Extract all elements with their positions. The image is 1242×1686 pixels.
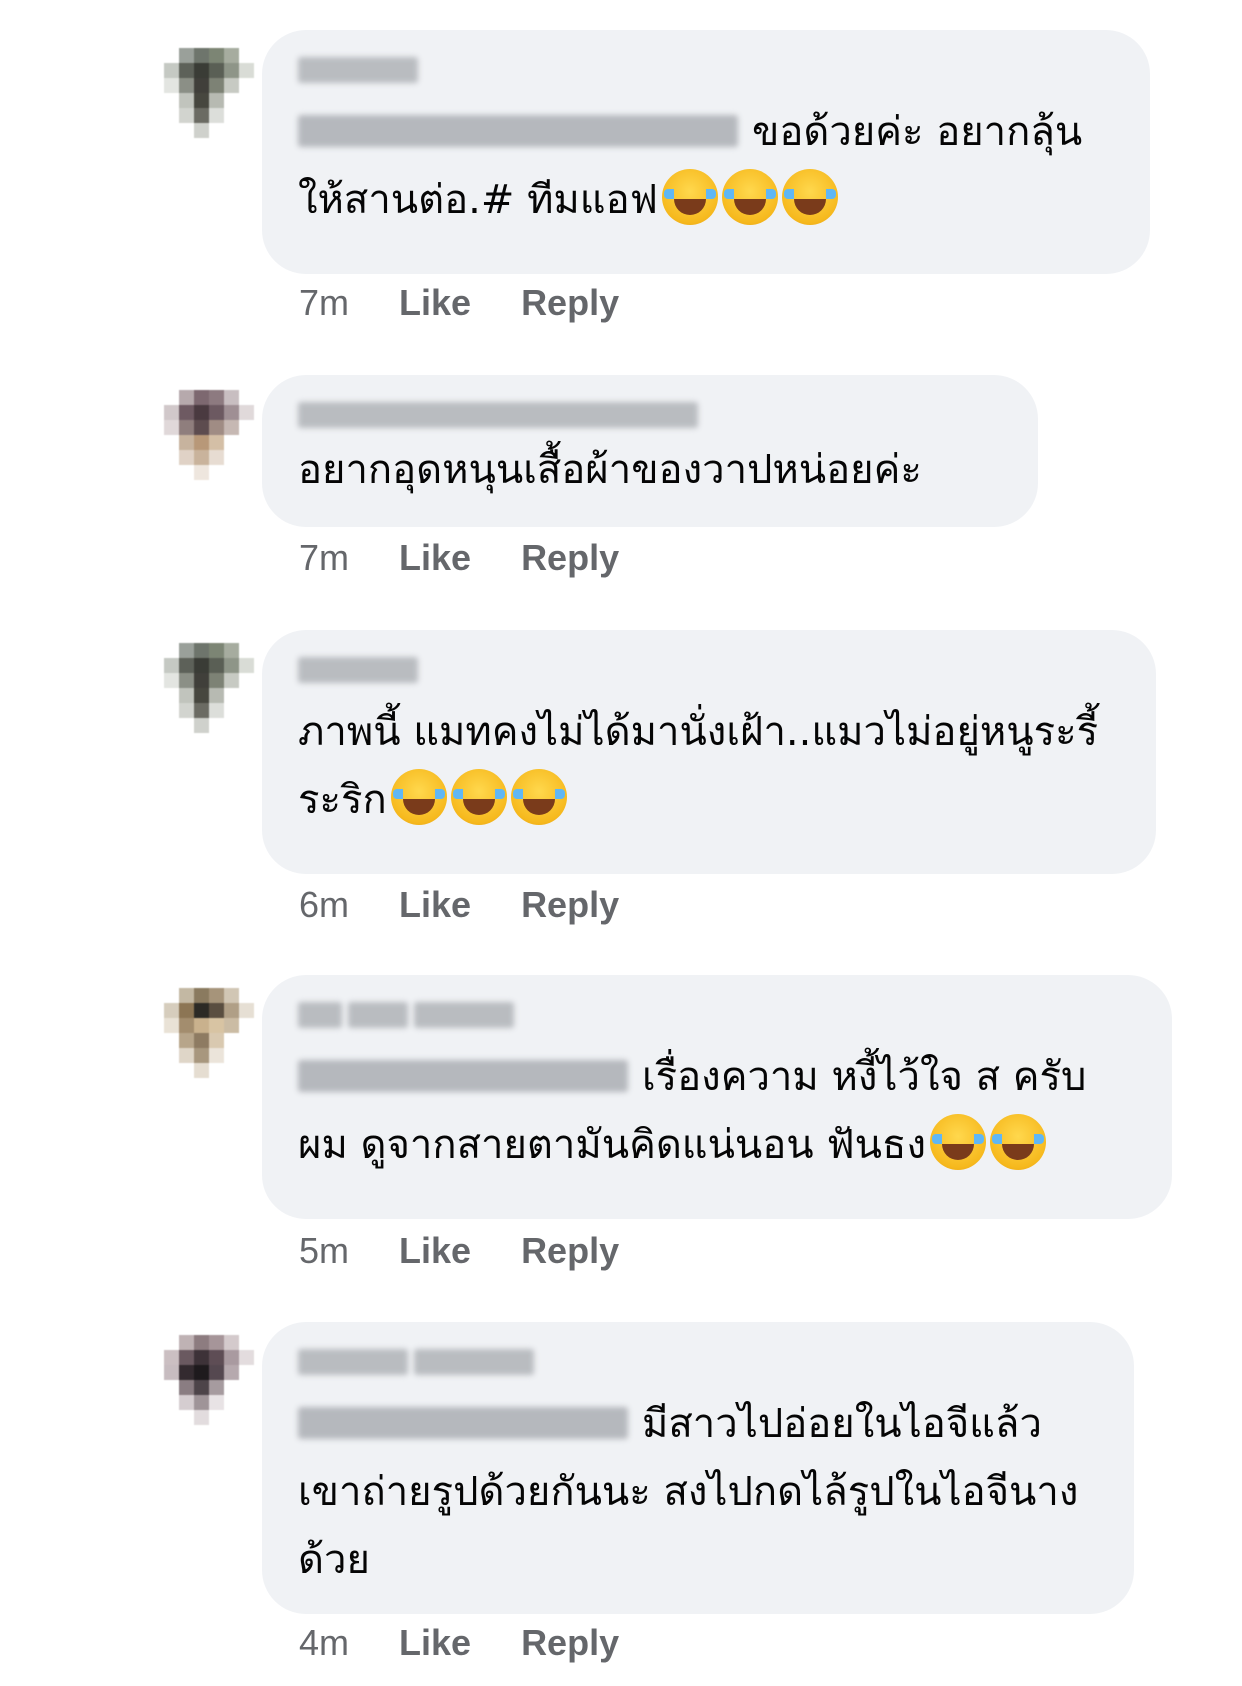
comment-actions: 7m Like Reply	[299, 537, 619, 579]
face-with-tears-of-joy-icon	[929, 1114, 986, 1170]
comment-timestamp[interactable]: 7m	[299, 282, 349, 324]
reply-button[interactable]: Reply	[521, 1230, 619, 1272]
face-with-tears-of-joy-icon	[781, 169, 838, 225]
face-with-tears-of-joy-icon	[390, 769, 447, 825]
avatar[interactable]	[164, 1335, 254, 1425]
reply-button[interactable]: Reply	[521, 884, 619, 926]
avatar[interactable]	[164, 48, 254, 138]
commenter-name-redacted[interactable]	[298, 997, 1136, 1033]
comment-timestamp[interactable]: 6m	[299, 884, 349, 926]
avatar[interactable]	[164, 643, 254, 733]
comment-timestamp[interactable]: 4m	[299, 1622, 349, 1664]
face-with-tears-of-joy-icon	[510, 769, 567, 825]
like-button[interactable]: Like	[399, 1622, 471, 1664]
comment-actions: 5m Like Reply	[299, 1230, 619, 1272]
comment-text: ภาพนี้ แมทคงไม่ได้มานั่งเฝ้า..แมวไม่อยู่…	[298, 709, 1099, 825]
comment-timestamp[interactable]: 5m	[299, 1230, 349, 1272]
commenter-name-redacted[interactable]	[298, 397, 1002, 433]
comment-bubble[interactable]: ขอด้วยค่ะ อยากลุ้น ให้สานต่อ.# ทีมแอฟ	[262, 30, 1150, 274]
face-with-tears-of-joy-icon	[721, 169, 778, 225]
reply-button[interactable]: Reply	[521, 282, 619, 324]
commenter-name-redacted[interactable]	[298, 52, 1114, 88]
comment-bubble[interactable]: เรื่องความ หงี้ไว้ใจ ส ครับ ผม ดูจากสายต…	[262, 975, 1172, 1219]
like-button[interactable]: Like	[399, 1230, 471, 1272]
reply-button[interactable]: Reply	[521, 537, 619, 579]
comment-actions: 6m Like Reply	[299, 884, 619, 926]
face-with-tears-of-joy-icon	[450, 769, 507, 825]
comment-actions: 7m Like Reply	[299, 282, 619, 324]
reply-button[interactable]: Reply	[521, 1622, 619, 1664]
like-button[interactable]: Like	[399, 537, 471, 579]
comment-text: อยากอุดหนุนเสื้อผ้าของวาปหน่อยค่ะ	[298, 447, 922, 493]
comment-bubble[interactable]: มีสาวไปอ่อยในไอจีแล้ว เขาถ่ายรูปด้วยกันน…	[262, 1322, 1134, 1614]
comment-text: เรื่องความ หงี้ไว้ใจ ส ครับ ผม ดูจากสายต…	[298, 1054, 1087, 1170]
face-with-tears-of-joy-icon	[661, 169, 718, 225]
mention-redacted[interactable]	[298, 1060, 628, 1092]
comment-actions: 4m Like Reply	[299, 1622, 619, 1664]
comment-timestamp[interactable]: 7m	[299, 537, 349, 579]
comment-text: มีสาวไปอ่อยในไอจีแล้ว เขาถ่ายรูปด้วยกันน…	[298, 1401, 1079, 1583]
like-button[interactable]: Like	[399, 884, 471, 926]
avatar[interactable]	[164, 988, 254, 1078]
avatar[interactable]	[164, 390, 254, 480]
like-button[interactable]: Like	[399, 282, 471, 324]
commenter-name-redacted[interactable]	[298, 1344, 1098, 1380]
comment-text: ขอด้วยค่ะ อยากลุ้น ให้สานต่อ.# ทีมแอฟ	[298, 109, 1083, 225]
comment-bubble[interactable]: อยากอุดหนุนเสื้อผ้าของวาปหน่อยค่ะ	[262, 375, 1038, 527]
comment-bubble[interactable]: ภาพนี้ แมทคงไม่ได้มานั่งเฝ้า..แมวไม่อยู่…	[262, 630, 1156, 874]
face-with-tears-of-joy-icon	[989, 1114, 1046, 1170]
mention-redacted[interactable]	[298, 1407, 628, 1439]
mention-redacted[interactable]	[298, 115, 738, 147]
commenter-name-redacted[interactable]	[298, 652, 1120, 688]
